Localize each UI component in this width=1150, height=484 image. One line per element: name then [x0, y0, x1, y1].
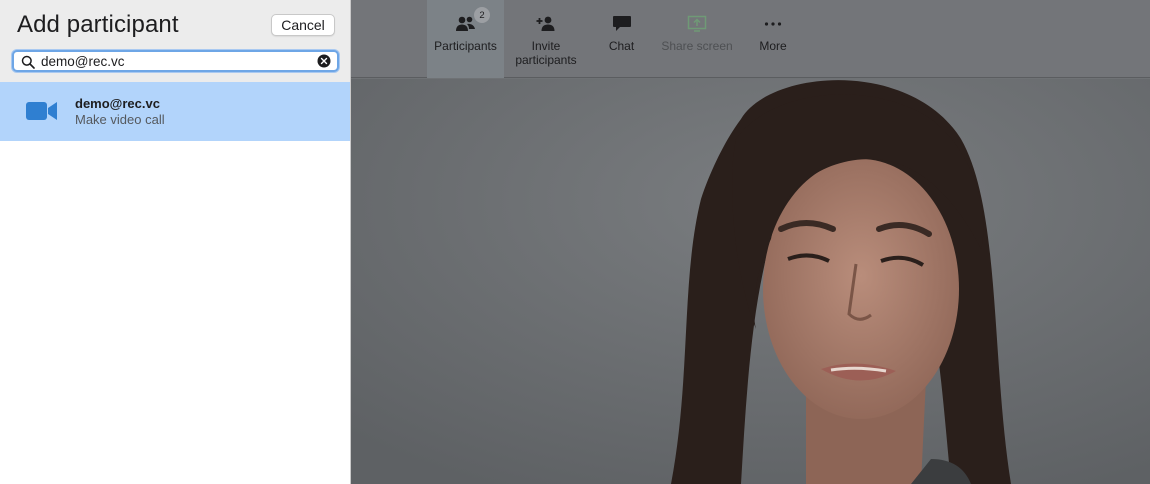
- invite-label-line2: participants: [515, 53, 577, 67]
- add-person-icon: [535, 15, 557, 33]
- search-field[interactable]: [12, 50, 339, 72]
- panel-header: Add participant Cancel: [0, 0, 350, 82]
- participant-video-image: [351, 79, 1150, 484]
- more-icon: [762, 15, 784, 33]
- toolbar-invite-button[interactable]: Invite participants: [504, 0, 588, 78]
- remote-video-feed: [351, 79, 1150, 484]
- toolbar-chat-label: Chat: [608, 39, 635, 53]
- add-participant-panel: Add participant Cancel demo@rec.vc Make …: [0, 0, 351, 484]
- search-result-item[interactable]: demo@rec.vc Make video call: [0, 82, 350, 141]
- call-area: 2 Participants Invite participants Chat …: [351, 0, 1150, 484]
- share-screen-icon: [686, 15, 708, 33]
- toolbar-participants-label: Participants: [434, 39, 497, 53]
- toolbar-more-label: More: [759, 39, 787, 53]
- participants-count-badge: 2: [474, 7, 490, 23]
- search-input[interactable]: [41, 52, 311, 70]
- search-icon: [21, 55, 35, 69]
- toolbar-share-screen-button[interactable]: Share screen: [657, 0, 737, 78]
- toolbar-more-button[interactable]: More: [751, 0, 795, 78]
- video-camera-icon: [26, 102, 57, 120]
- result-name: demo@rec.vc: [75, 96, 160, 111]
- chat-icon: [611, 15, 633, 33]
- result-subtitle: Make video call: [75, 112, 165, 127]
- invite-label-line1: Invite: [531, 39, 561, 53]
- toolbar-share-screen-label: Share screen: [661, 39, 733, 53]
- toolbar-participants-button[interactable]: 2 Participants: [427, 0, 504, 78]
- clear-icon[interactable]: [317, 54, 331, 68]
- cancel-button[interactable]: Cancel: [271, 14, 335, 36]
- call-toolbar: 2 Participants Invite participants Chat …: [351, 0, 1150, 78]
- panel-title: Add participant: [17, 11, 179, 38]
- participants-icon: [455, 15, 477, 33]
- toolbar-invite-label: Invite participants: [515, 39, 576, 67]
- toolbar-chat-button[interactable]: Chat: [599, 0, 644, 78]
